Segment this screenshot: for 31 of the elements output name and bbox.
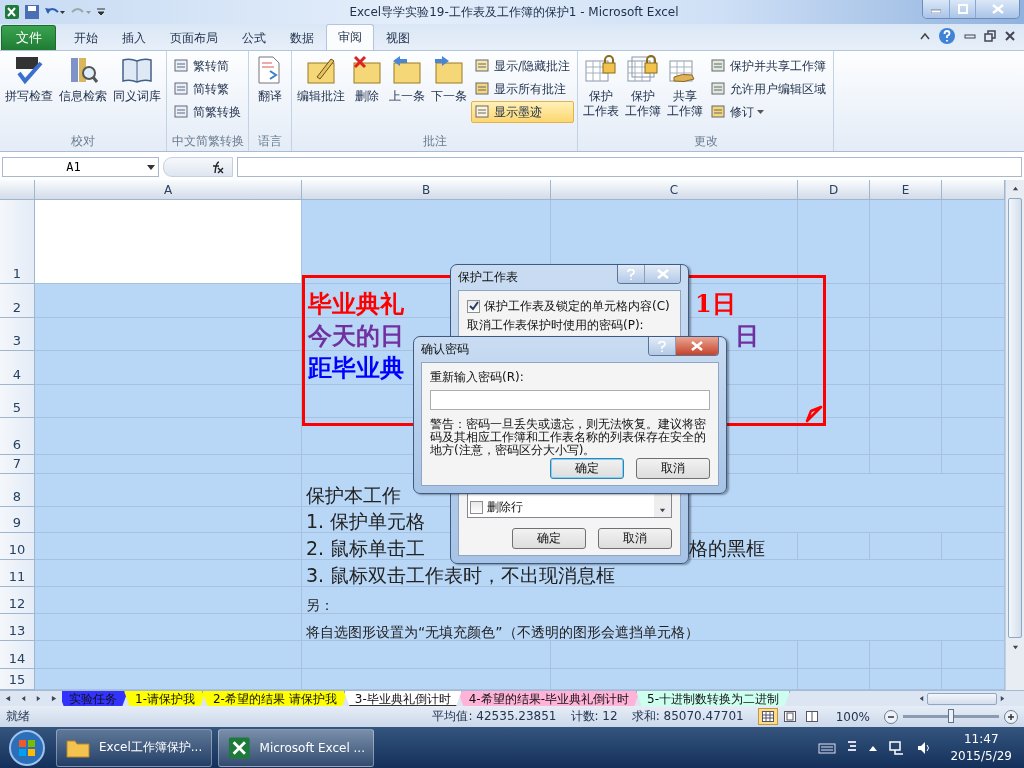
group-label: 语言 [257, 133, 283, 150]
window-title: Excel导学实验19-工作表及工作簿的保护1 - Microsoft Excel [348, 3, 680, 21]
group-label: 批注 [421, 133, 448, 150]
cell-text: 格的黑框 [688, 538, 765, 559]
zoom-level: 100% [835, 709, 870, 724]
cell-text: 2. 鼠标单击工 [305, 538, 426, 559]
shape-text: 距毕业典 [307, 352, 404, 384]
group-label: 中文简繁转换 [170, 133, 245, 150]
dialog-title: 保护工作表 [458, 269, 519, 286]
dialog-title: 确认密码 [421, 341, 470, 358]
clock-date: 2015/5/29 [950, 747, 1012, 764]
count-value: 计数: 12 [570, 708, 618, 725]
cell-text: 3. 鼠标双击工作表时，不出现消息框 [305, 565, 616, 586]
group-label: 校对 [70, 133, 96, 150]
cell-text: 保护本工作 [305, 485, 401, 506]
checkbox-label: 删除行 [487, 499, 523, 516]
field-label: 重新输入密码(R): [430, 369, 525, 386]
average-value: 平均值: 42535.23851 [432, 708, 557, 725]
cell-text: 另： [305, 597, 334, 613]
shape-text: 日 [735, 320, 759, 352]
cell-text: 将自选图形设置为“无填充颜色”（不透明的图形会遮挡单元格） [305, 624, 699, 640]
password-label: 取消工作表保护时使用的密码(P): [467, 317, 645, 334]
status-text: 就绪 [6, 708, 30, 725]
clock-time: 11:47 [963, 731, 999, 748]
shape-text: 今天的日 [307, 320, 404, 352]
sum-value: 求和: 85070.47701 [631, 708, 744, 725]
shape-text: 毕业典礼 [307, 288, 404, 320]
cell-text: 1. 保护单元格 [305, 511, 426, 532]
group-label: 更改 [692, 133, 719, 150]
shape-text: 1日 [695, 288, 736, 320]
checkbox-label: 保护工作表及锁定的单元格内容(C) [484, 297, 670, 315]
